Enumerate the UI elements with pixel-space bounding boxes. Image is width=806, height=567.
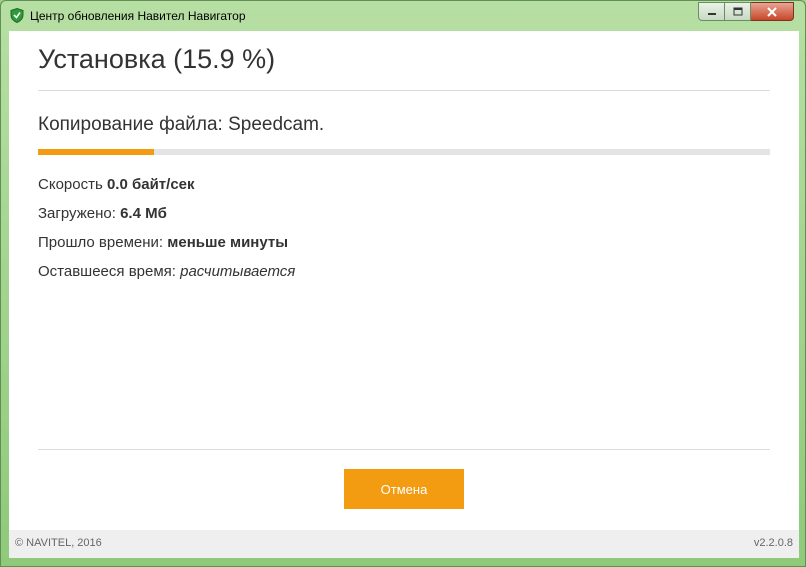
- main-panel: Установка (15.9 %) Копирование файла: Sp…: [9, 31, 799, 530]
- elapsed-row: Прошло времени: меньше минуты: [38, 234, 288, 251]
- status-text: Копирование файла: Speedcam.: [38, 114, 325, 135]
- remaining-label: Оставшееся время:: [38, 263, 181, 280]
- speed-label: Скорость: [38, 176, 107, 193]
- window-title: Центр обновления Навител Навигатор: [30, 9, 246, 23]
- elapsed-value: меньше минуты: [167, 234, 289, 251]
- maximize-button[interactable]: [725, 2, 751, 21]
- minimize-button[interactable]: [698, 2, 725, 21]
- bottom-divider: [38, 449, 770, 450]
- elapsed-label: Прошло времени:: [38, 234, 168, 251]
- downloaded-row: Загружено: 6.4 Мб: [38, 205, 167, 222]
- footer: © NAVITEL, 2016 v2.2.0.8: [9, 530, 799, 558]
- maximize-icon: [733, 7, 742, 16]
- close-icon: [767, 6, 777, 17]
- progress-bar-fill: [38, 149, 155, 155]
- remaining-value: расчитывается: [180, 263, 296, 280]
- close-button[interactable]: [751, 2, 794, 21]
- downloaded-value: 6.4 Мб: [120, 205, 167, 222]
- copyright-text: © NAVITEL, 2016: [15, 537, 102, 549]
- speed-value: 0.0 байт/сек: [106, 176, 195, 193]
- version-text: v2.2.0.8: [753, 537, 793, 549]
- title-bar[interactable]: Центр обновления Навител Навигатор: [1, 1, 805, 31]
- cancel-button[interactable]: Отмена: [344, 469, 464, 509]
- remaining-row: Оставшееся время: расчитывается: [38, 263, 295, 280]
- navitel-shield-icon: [10, 8, 24, 23]
- speed-row: Скорость 0.0 байт/сек: [38, 176, 195, 193]
- top-divider: [38, 90, 770, 91]
- progress-bar: [38, 149, 770, 155]
- page-title: Установка (15.9 %): [38, 44, 276, 74]
- downloaded-label: Загружено:: [38, 205, 121, 222]
- minimize-icon: [707, 12, 716, 15]
- app-window: Центр обновления Навител Навигатор Устан…: [0, 0, 806, 567]
